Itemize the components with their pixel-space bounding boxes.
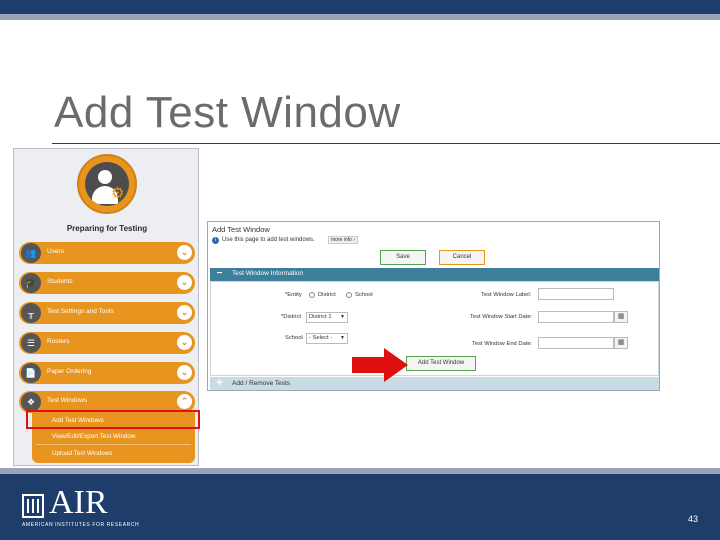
- district-label: *District: [281, 314, 301, 320]
- rosters-icon: ☰: [21, 333, 41, 353]
- info-icon: i: [212, 237, 219, 244]
- district-select[interactable]: District 1 ▼: [306, 312, 348, 323]
- red-arrow-icon: [352, 348, 408, 382]
- nav-item-students[interactable]: 🎓 Students ⌄: [19, 272, 195, 294]
- cancel-button[interactable]: Cancel: [439, 250, 485, 265]
- school-select[interactable]: - Select - ▼: [306, 333, 348, 344]
- test-window-label-input[interactable]: [538, 288, 614, 300]
- end-date-label: Test Window End Date:: [472, 341, 533, 347]
- settings-tools-icon: ╥: [21, 303, 41, 323]
- chevron-down-icon[interactable]: ⌄: [177, 305, 192, 320]
- slide-title: Add Test Window: [54, 88, 401, 137]
- paper-icon: 📄: [21, 363, 41, 383]
- collapse-icon[interactable]: −: [213, 268, 226, 281]
- chevron-down-icon[interactable]: ⌄: [177, 275, 192, 290]
- info-text: Use this page to add test windows.: [222, 237, 315, 243]
- air-logo-icon: [22, 494, 44, 518]
- chevron-down-icon[interactable]: ⌄: [177, 245, 192, 260]
- add-test-window-form: Add Test Window i Use this page to add t…: [207, 221, 660, 391]
- submenu-view-edit-export[interactable]: View/Edit/Export Test Window: [52, 433, 135, 440]
- add-remove-tests-header[interactable]: + Add / Remove Tests: [210, 377, 659, 390]
- save-button[interactable]: Save: [380, 250, 426, 265]
- panel-heading: Preparing for Testing: [66, 224, 148, 233]
- nav-item-test-settings-and-tools[interactable]: ╥ Test Settings and Tools ⌄: [19, 302, 195, 324]
- logo-subtext: AMERICAN INSTITUTES FOR RESEARCH: [22, 522, 140, 528]
- school-label: School: [285, 335, 303, 341]
- test-windows-icon: ❖: [21, 392, 41, 412]
- users-icon: 👥: [21, 243, 41, 263]
- footer-bar: AIR AMERICAN INSTITUTES FOR RESEARCH 43: [0, 474, 720, 540]
- graduation-cap-icon: 🎓: [21, 273, 41, 293]
- chevron-down-icon[interactable]: ⌄: [177, 365, 192, 380]
- district-select-value: District 1: [309, 314, 332, 320]
- nav-item-label: Users: [47, 248, 64, 255]
- more-info-link[interactable]: more info ›: [328, 236, 358, 244]
- school-select-value: - Select -: [309, 335, 333, 341]
- calendar-icon[interactable]: ▦: [614, 311, 628, 323]
- nav-item-label: Students: [47, 278, 73, 285]
- nav-item-label: Paper Ordering: [47, 368, 92, 375]
- nav-item-label: Rosters: [47, 338, 70, 345]
- chevron-up-icon[interactable]: ⌃: [177, 394, 192, 409]
- nav-item-users[interactable]: 👥 Users ⌄: [19, 242, 195, 264]
- submenu-divider: [36, 444, 191, 445]
- page-number: 43: [688, 514, 699, 524]
- nav-item-label: Test Windows: [47, 397, 88, 404]
- test-window-label-label: Test Window Label:: [481, 292, 532, 298]
- dropdown-arrow-icon: ▼: [340, 335, 345, 341]
- entity-district-label: District: [318, 292, 336, 298]
- title-divider: [52, 143, 720, 144]
- entity-school-label: School: [355, 292, 373, 298]
- highlight-box: [26, 410, 200, 429]
- test-window-information-header[interactable]: − Test Window Information: [210, 268, 659, 281]
- entity-district-radio[interactable]: [309, 292, 315, 298]
- user-settings-icon: ⚙: [77, 154, 137, 214]
- end-date-input[interactable]: [538, 337, 614, 349]
- dropdown-arrow-icon: ▼: [340, 314, 345, 320]
- start-date-label: Test Window Start Date:: [470, 314, 533, 320]
- form-title: Add Test Window: [212, 225, 270, 234]
- start-date-input[interactable]: [538, 311, 614, 323]
- expand-icon[interactable]: +: [213, 377, 226, 390]
- entity-label: *Entity: [285, 292, 302, 298]
- section-title: Add / Remove Tests: [232, 380, 291, 387]
- logo-text: AIR: [49, 484, 108, 521]
- chevron-down-icon[interactable]: ⌄: [177, 335, 192, 350]
- add-test-window-button[interactable]: Add Test Window: [406, 356, 476, 371]
- nav-item-rosters[interactable]: ☰ Rosters ⌄: [19, 332, 195, 354]
- submenu-upload-test-windows[interactable]: Upload Test Windows: [52, 450, 112, 457]
- nav-item-paper-ordering[interactable]: 📄 Paper Ordering ⌄: [19, 362, 195, 384]
- section-title: Test Window Information: [232, 270, 304, 277]
- nav-item-label: Test Settings and Tools: [47, 308, 114, 315]
- top-stripe: [0, 14, 720, 20]
- top-banner: [0, 0, 720, 14]
- calendar-icon[interactable]: ▦: [614, 337, 628, 349]
- entity-school-radio[interactable]: [346, 292, 352, 298]
